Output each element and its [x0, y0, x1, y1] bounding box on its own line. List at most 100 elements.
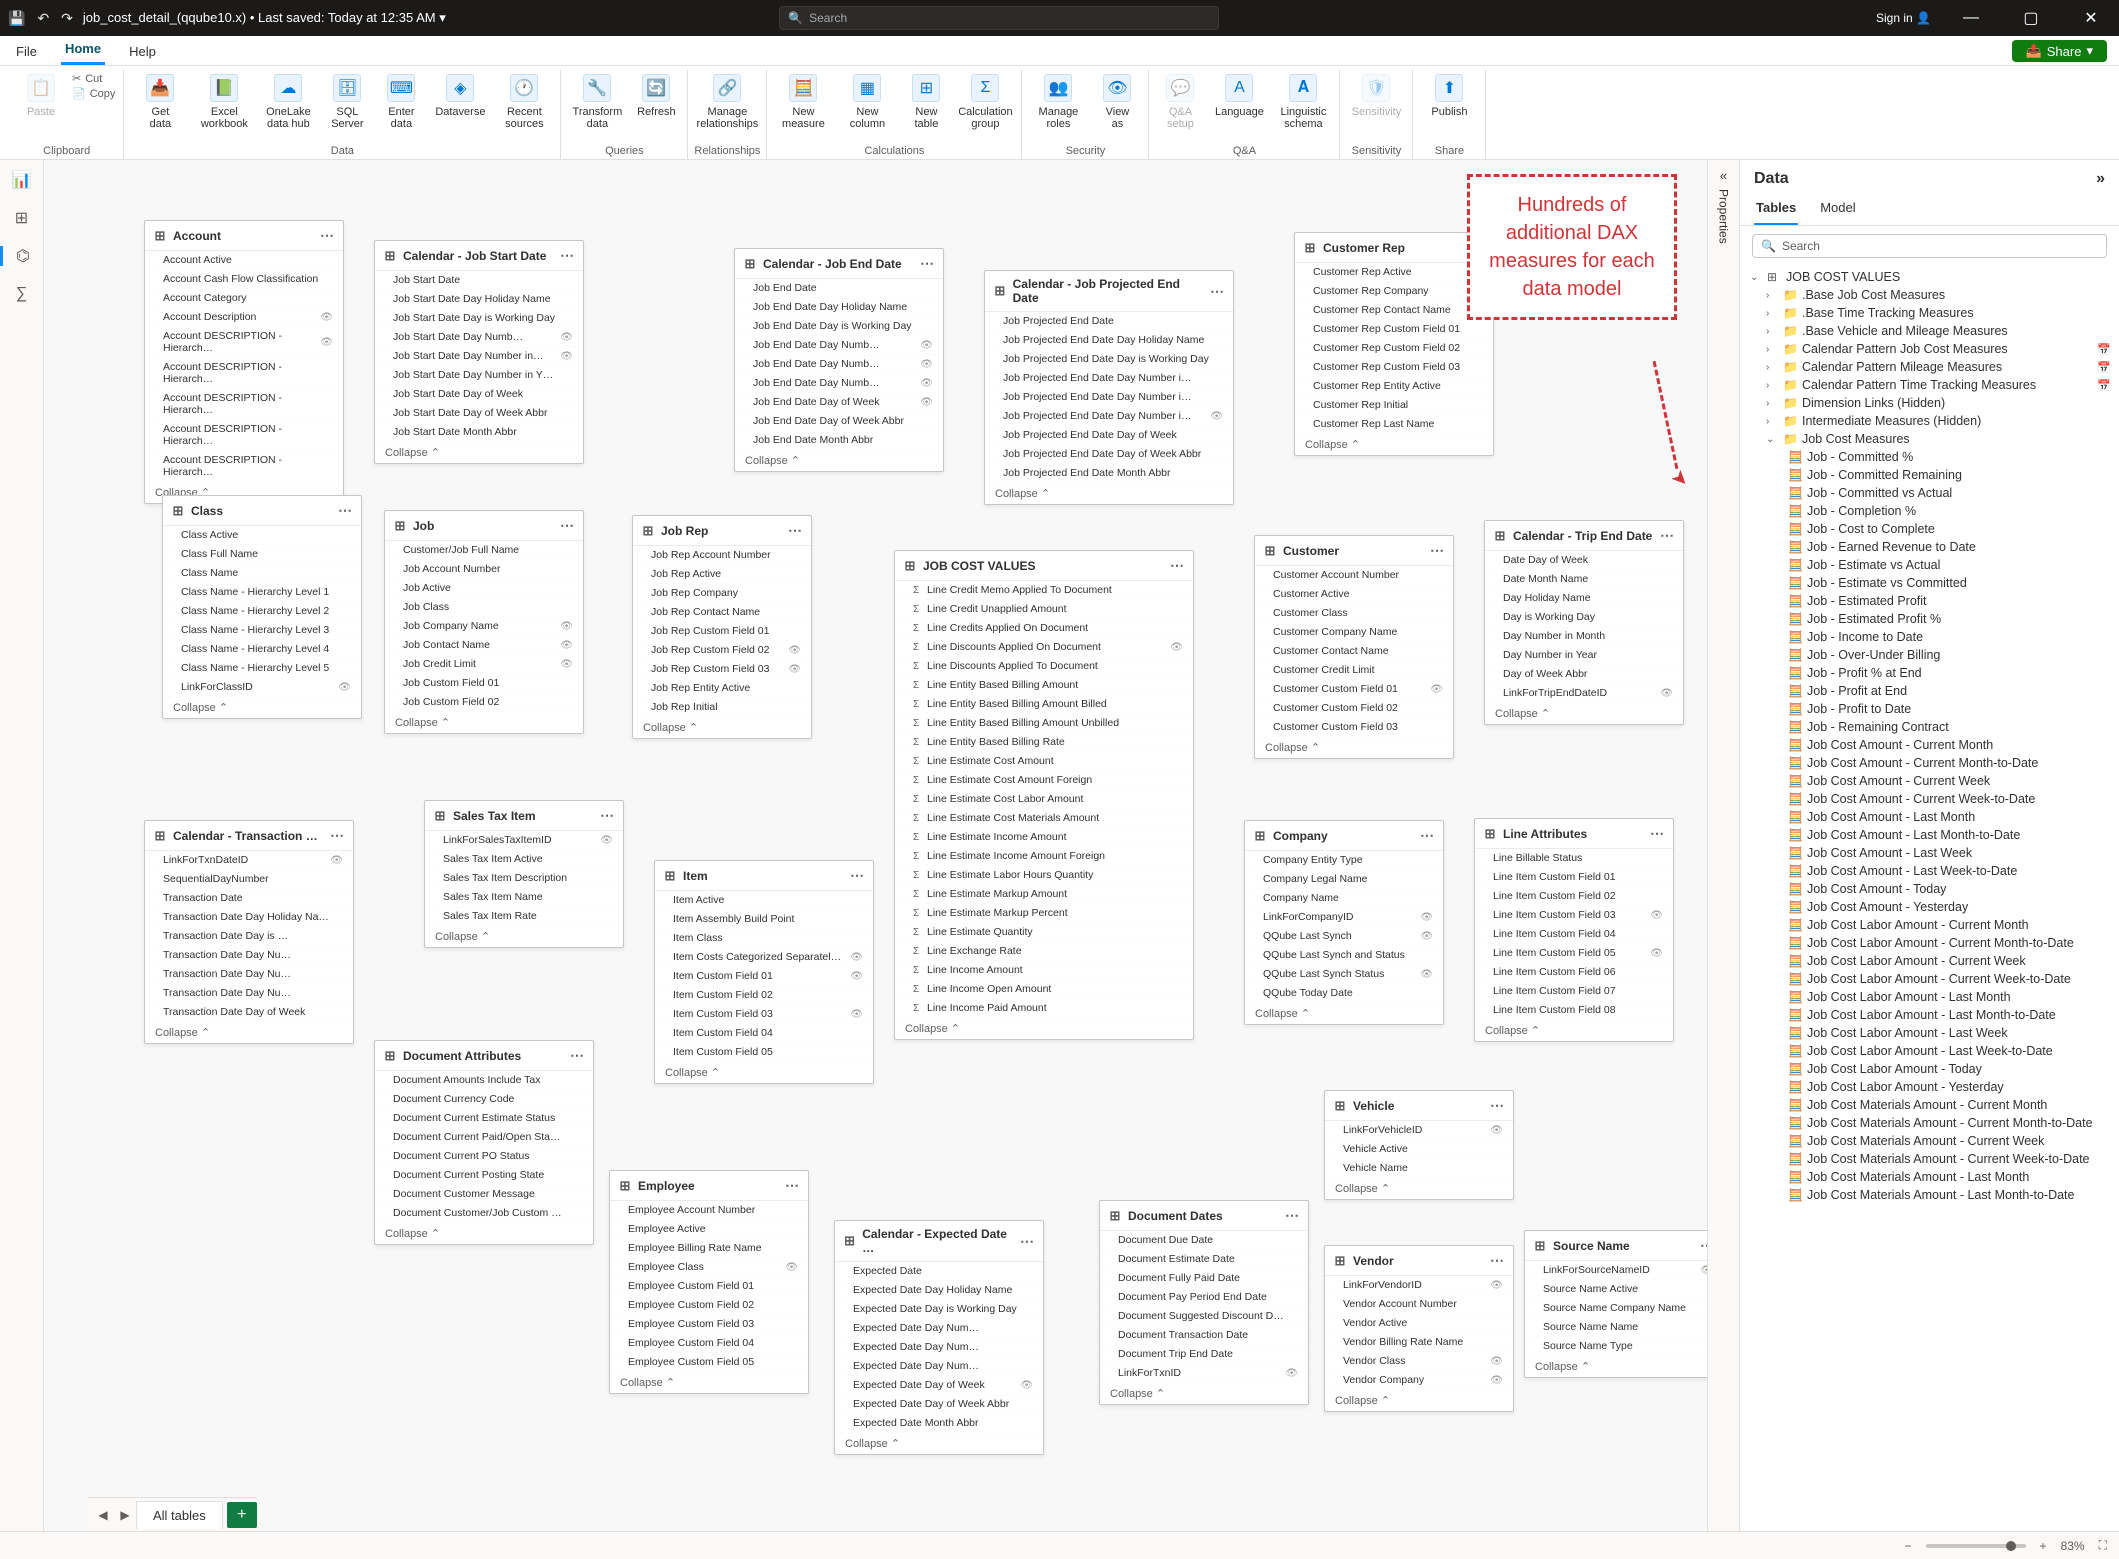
field-row[interactable]: Source Name Company Name [1525, 1299, 1707, 1318]
collapse-link[interactable]: Collapse ⌃ [425, 926, 623, 947]
field-row[interactable]: Customer Rep Initial [1295, 396, 1493, 415]
field-row[interactable]: Job Rep Custom Field 03👁 [633, 660, 811, 679]
tree-root[interactable]: ⌄⊞JOB COST VALUES [1744, 268, 2115, 286]
tree-measure[interactable]: 🧮Job - Income to Date [1744, 628, 2115, 646]
field-row[interactable]: Account DESCRIPTION - Hierarch… [145, 451, 343, 482]
field-row[interactable]: Class Name [163, 564, 361, 583]
field-row[interactable]: Document Currency Code [375, 1090, 593, 1109]
field-row[interactable]: Customer Custom Field 03 [1255, 718, 1453, 737]
field-row[interactable]: Job Custom Field 02 [385, 693, 583, 712]
tree-folder[interactable]: ›📁Intermediate Measures (Hidden) [1744, 412, 2115, 430]
entity-tripend[interactable]: ⊞Calendar - Trip End Date⋯ Date Day of W… [1484, 520, 1684, 725]
zoom-out-icon[interactable]: − [1905, 1539, 1912, 1553]
field-row[interactable]: Document Due Date [1100, 1231, 1308, 1250]
field-row[interactable]: Expected Date [835, 1262, 1043, 1281]
field-row[interactable]: Job Rep Custom Field 01 [633, 622, 811, 641]
field-row[interactable]: Document Transaction Date [1100, 1326, 1308, 1345]
field-row[interactable]: Line Billable Status [1475, 849, 1673, 868]
field-row[interactable]: LinkForCompanyID👁 [1245, 908, 1443, 927]
field-row[interactable]: Expected Date Day Num… [835, 1357, 1043, 1376]
field-row[interactable]: Document Current Posting State [375, 1166, 593, 1185]
tree-measure[interactable]: 🧮Job Cost Materials Amount - Last Month [1744, 1168, 2115, 1186]
sheet-prev[interactable]: ◀ [92, 1508, 114, 1522]
field-row[interactable]: Customer Rep Last Name [1295, 415, 1493, 434]
field-row[interactable]: Source Name Type [1525, 1337, 1707, 1356]
field-row[interactable]: Job Rep Active [633, 565, 811, 584]
field-row[interactable]: Date Day of Week [1485, 551, 1683, 570]
tree-measure[interactable]: 🧮Job Cost Amount - Current Week-to-Date [1744, 790, 2115, 808]
field-row[interactable]: ΣLine Income Paid Amount [895, 999, 1193, 1018]
collapse-link[interactable]: Collapse ⌃ [633, 717, 811, 738]
field-row[interactable]: Day of Week Abbr [1485, 665, 1683, 684]
field-row[interactable]: Job End Date Day Numb…👁 [735, 336, 943, 355]
field-row[interactable]: Job End Date Month Abbr [735, 431, 943, 450]
field-row[interactable]: Source Name Name [1525, 1318, 1707, 1337]
field-row[interactable]: Transaction Date Day Nu… [145, 984, 353, 1003]
zoom-slider[interactable] [1926, 1544, 2026, 1548]
field-row[interactable]: Job Projected End Date Day Number i… [985, 388, 1233, 407]
field-row[interactable]: Job Projected End Date Day Holiday Name [985, 331, 1233, 350]
tree-measure[interactable]: 🧮Job - Committed % [1744, 448, 2115, 466]
model-view-icon[interactable]: ⌬ [0, 246, 43, 266]
tab-home[interactable]: Home [61, 35, 105, 65]
tree-folder[interactable]: ›📁Calendar Pattern Mileage Measures📅 [1744, 358, 2115, 376]
field-row[interactable]: Job Start Date Day Number in…👁 [375, 347, 583, 366]
field-row[interactable]: LinkForClassID👁 [163, 678, 361, 697]
field-row[interactable]: Job Active [385, 579, 583, 598]
manage-roles-button[interactable]: 👥Manage roles [1028, 70, 1088, 143]
collapse-link[interactable]: Collapse ⌃ [1325, 1178, 1513, 1199]
tree-folder[interactable]: ›📁Calendar Pattern Job Cost Measures📅 [1744, 340, 2115, 358]
tree-measure[interactable]: 🧮Job - Estimate vs Committed [1744, 574, 2115, 592]
collapse-link[interactable]: Collapse ⌃ [895, 1018, 1193, 1039]
entity-customer[interactable]: ⊞Customer⋯ Customer Account NumberCustom… [1254, 535, 1454, 759]
field-row[interactable]: Job Rep Contact Name [633, 603, 811, 622]
collapse-link[interactable]: Collapse ⌃ [385, 712, 583, 733]
tree-measure[interactable]: 🧮Job Cost Materials Amount - Last Month-… [1744, 1186, 2115, 1204]
field-row[interactable]: ΣLine Entity Based Billing Amount Unbill… [895, 714, 1193, 733]
field-row[interactable]: Employee Billing Rate Name [610, 1239, 808, 1258]
field-row[interactable]: Company Name [1245, 889, 1443, 908]
tab-file[interactable]: File [12, 38, 41, 65]
tree-measure[interactable]: 🧮Job - Profit % at End [1744, 664, 2115, 682]
field-row[interactable]: Expected Date Day Holiday Name [835, 1281, 1043, 1300]
more-icon[interactable]: ⋯ [920, 255, 935, 272]
tree-measure[interactable]: 🧮Job - Committed Remaining [1744, 466, 2115, 484]
recent-sources-button[interactable]: 🕐Recent sources [494, 70, 554, 143]
field-row[interactable]: Employee Active [610, 1220, 808, 1239]
field-row[interactable]: Job End Date Day is Working Day [735, 317, 943, 336]
field-row[interactable]: Class Name - Hierarchy Level 5 [163, 659, 361, 678]
field-row[interactable]: Job Contact Name👁 [385, 636, 583, 655]
field-row[interactable]: Vehicle Name [1325, 1159, 1513, 1178]
field-row[interactable]: Document Customer/Job Custom … [375, 1204, 593, 1223]
field-row[interactable]: ΣLine Estimate Cost Materials Amount [895, 809, 1193, 828]
field-row[interactable]: QQube Today Date [1245, 984, 1443, 1003]
field-row[interactable]: Document Current Paid/Open Sta… [375, 1128, 593, 1147]
field-row[interactable]: Job Projected End Date Day Number i…👁 [985, 407, 1233, 426]
field-row[interactable]: ΣLine Estimate Markup Percent [895, 904, 1193, 923]
more-icon[interactable]: ⋯ [1420, 827, 1435, 844]
entity-docdates[interactable]: ⊞Document Dates⋯ Document Due DateDocume… [1099, 1200, 1309, 1405]
field-row[interactable]: Customer Company Name [1255, 623, 1453, 642]
field-row[interactable]: ΣLine Discounts Applied To Document [895, 657, 1193, 676]
tree-measure[interactable]: 🧮Job - Completion % [1744, 502, 2115, 520]
field-row[interactable]: Expected Date Day of Week Abbr [835, 1395, 1043, 1414]
field-row[interactable]: Employee Account Number [610, 1201, 808, 1220]
field-row[interactable]: Source Name Active [1525, 1280, 1707, 1299]
collapse-link[interactable]: Collapse ⌃ [610, 1372, 808, 1393]
field-row[interactable]: Job Account Number [385, 560, 583, 579]
more-icon[interactable]: ⋯ [1170, 557, 1185, 574]
signin-link[interactable]: Sign in 👤 [1876, 11, 1931, 25]
entity-vendor[interactable]: ⊞Vendor⋯ LinkForVendorID👁Vendor Account … [1324, 1245, 1514, 1412]
redo-icon[interactable]: ↷ [61, 10, 73, 27]
field-row[interactable]: Account DESCRIPTION - Hierarch… [145, 389, 343, 420]
field-row[interactable]: Vendor Account Number [1325, 1295, 1513, 1314]
fit-to-page-icon[interactable]: ⛶ [2099, 1538, 2107, 1553]
field-row[interactable]: Class Name - Hierarchy Level 3 [163, 621, 361, 640]
view-as-button[interactable]: 👁View as [1092, 70, 1142, 143]
more-icon[interactable]: ⋯ [1430, 542, 1445, 559]
collapse-link[interactable]: Collapse ⌃ [375, 442, 583, 463]
field-row[interactable]: Job End Date [735, 279, 943, 298]
entity-cal_jobproj[interactable]: ⊞Calendar - Job Projected End Date⋯ Job … [984, 270, 1234, 505]
collapse-link[interactable]: Collapse ⌃ [835, 1433, 1043, 1454]
entity-jcv[interactable]: ⊞JOB COST VALUES⋯ ΣLine Credit Memo Appl… [894, 550, 1194, 1040]
